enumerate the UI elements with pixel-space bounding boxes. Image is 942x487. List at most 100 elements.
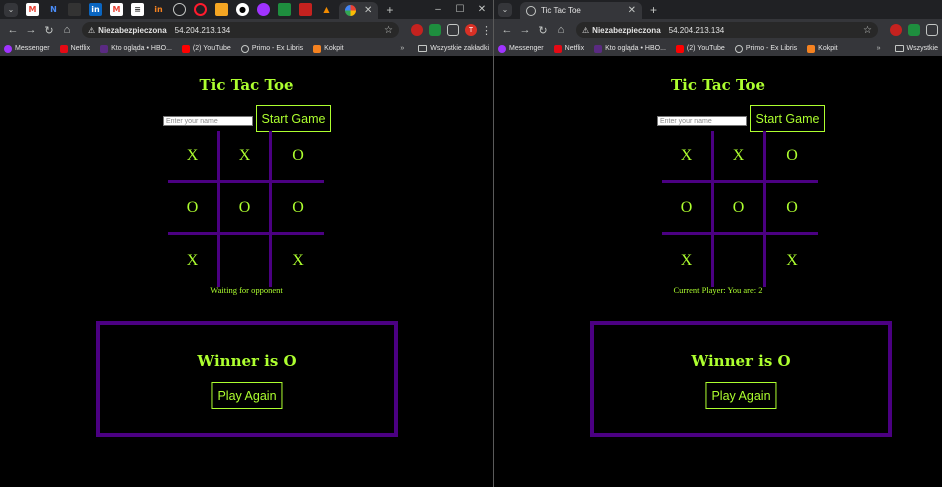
board-cell[interactable]: X (168, 235, 220, 287)
bookmark-star-icon[interactable]: ☆ (384, 25, 393, 36)
board-cell[interactable]: X (220, 131, 272, 183)
bookmarks-more-button[interactable]: » (877, 45, 881, 52)
minimize-button[interactable]: – (427, 4, 449, 15)
bookmark-youtube[interactable]: (2) YouTube (181, 44, 231, 53)
back-icon[interactable]: ← (4, 24, 22, 36)
vlc-icon[interactable]: ▲ (320, 3, 333, 16)
messenger-icon[interactable] (257, 3, 270, 16)
bookmark-netflix[interactable]: Netflix (59, 44, 90, 53)
address-bar[interactable]: ⚠ Niezabezpieczona 54.204.213.134 ☆ (82, 22, 399, 38)
new-tab-button[interactable]: + (386, 3, 393, 17)
close-window-button[interactable]: ✕ (471, 4, 493, 15)
ublock-icon[interactable] (411, 24, 423, 36)
kokpit-icon[interactable]: in (152, 3, 165, 16)
url-text: 54.204.213.134 (174, 25, 231, 35)
bookmark-star-icon[interactable]: ☆ (863, 25, 872, 36)
kokpit-icon (807, 44, 816, 53)
back-icon[interactable]: ← (498, 24, 516, 36)
orange-icon[interactable] (215, 3, 228, 16)
winner-text: Winner is O (197, 352, 297, 370)
tab-search-icon[interactable]: ⌄ (498, 2, 512, 17)
start-game-button[interactable]: Start Game (750, 105, 825, 132)
bookmark-primo[interactable]: Primo - Ex Libris (734, 44, 797, 53)
extensions-puzzle-icon[interactable] (926, 24, 938, 36)
address-bar[interactable]: ⚠ Niezabezpieczona 54.204.213.134 ☆ (576, 22, 878, 38)
start-game-button[interactable]: Start Game (256, 105, 331, 132)
board-cell[interactable]: X (662, 131, 714, 183)
extensions-puzzle-icon[interactable] (447, 24, 459, 36)
extension-green-icon[interactable] (908, 24, 920, 36)
name-input[interactable] (657, 116, 747, 126)
winner-modal: Winner is O Play Again (96, 321, 398, 437)
home-icon[interactable]: ⌂ (552, 24, 570, 36)
linkedin-icon[interactable]: in (89, 3, 102, 16)
red-icon[interactable] (299, 3, 312, 16)
maximize-button[interactable]: ☐ (449, 4, 471, 15)
active-tab[interactable]: Tic Tac Toe ✕ (520, 2, 642, 19)
netflix-icon (59, 44, 68, 53)
name-input[interactable] (163, 116, 253, 126)
board-cell[interactable] (714, 235, 766, 287)
home-icon[interactable]: ⌂ (58, 24, 76, 36)
tab-close-icon[interactable]: ✕ (364, 5, 372, 16)
url-text: 54.204.213.134 (668, 25, 725, 35)
bookmark-kokpit[interactable]: Kokpit (807, 44, 838, 53)
board-cell[interactable]: O (220, 183, 272, 235)
play-again-button[interactable]: Play Again (211, 382, 283, 409)
bookmark-messenger[interactable]: Messenger (498, 44, 544, 53)
menu-kebab-icon[interactable]: ⋮ (481, 24, 492, 37)
gmail-icon[interactable]: M (110, 3, 123, 16)
active-tab[interactable]: ✕ (339, 2, 379, 19)
board-cell[interactable] (220, 235, 272, 287)
reload-icon[interactable]: ↻ (40, 24, 58, 37)
board-cell[interactable]: X (662, 235, 714, 287)
bookmarks-more-button[interactable]: » (400, 45, 404, 52)
board-cell[interactable]: O (714, 183, 766, 235)
extension-green-icon[interactable] (429, 24, 441, 36)
reload-icon[interactable]: ↻ (534, 24, 552, 37)
doc-icon[interactable]: ≡ (131, 3, 144, 16)
board-cell[interactable]: X (714, 131, 766, 183)
bookmark-primo[interactable]: Primo - Ex Libris (240, 44, 303, 53)
game-status: Current Player: You are: 2 (673, 285, 763, 295)
all-bookmarks-folder[interactable]: Wszystkie zakładki (430, 45, 489, 52)
bookmark-messenger[interactable]: Messenger (4, 44, 50, 53)
bookmark-label: Messenger (509, 45, 544, 52)
screen: ⌄ M N in M ≡ in ● ▲ ✕ + – ☐ ✕ ← → ↻ ⌂ ⚠ … (0, 0, 942, 487)
all-bookmarks-folder[interactable]: Wszystkie (907, 45, 939, 52)
board-cell[interactable]: X (272, 235, 324, 287)
kokpit-icon (313, 44, 322, 53)
board-cell[interactable]: O (272, 131, 324, 183)
board-cell[interactable]: O (766, 131, 818, 183)
play-again-button[interactable]: Play Again (705, 382, 777, 409)
tab-search-icon[interactable]: ⌄ (4, 2, 18, 17)
board-cell[interactable]: O (662, 183, 714, 235)
board-cell[interactable]: X (168, 131, 220, 183)
board-cell[interactable]: O (766, 183, 818, 235)
ublock-icon[interactable] (890, 24, 902, 36)
bookmark-kokpit[interactable]: Kokpit (313, 44, 344, 53)
bookmark-hbo[interactable]: Kto ogląda • HBO... (594, 44, 666, 53)
forward-icon[interactable]: → (516, 24, 534, 36)
profile-avatar[interactable]: T (465, 24, 477, 36)
tab-close-icon[interactable]: ✕ (628, 5, 636, 16)
opera-icon[interactable] (194, 3, 207, 16)
board-cell[interactable]: X (766, 235, 818, 287)
n-icon[interactable]: N (47, 3, 60, 16)
page-title: Tic Tac Toe (670, 76, 765, 94)
board-cell[interactable]: O (168, 183, 220, 235)
github-icon[interactable]: ● (236, 3, 249, 16)
bookmark-hbo[interactable]: Kto ogląda • HBO... (100, 44, 172, 53)
gmail-icon[interactable]: M (26, 3, 39, 16)
forward-icon[interactable]: → (22, 24, 40, 36)
new-tab-button[interactable]: + (650, 3, 657, 17)
bookmark-netflix[interactable]: Netflix (553, 44, 584, 53)
board-cell[interactable]: O (272, 183, 324, 235)
circle-icon[interactable] (173, 3, 186, 16)
blank-tab-icon[interactable] (68, 3, 81, 16)
bookmarks-bar: Messenger Netflix Kto ogląda • HBO... (2… (0, 41, 493, 56)
sheets-icon[interactable] (278, 3, 291, 16)
browser-toolbar: ← → ↻ ⌂ ⚠ Niezabezpieczona 54.204.213.13… (0, 19, 493, 41)
bookmark-youtube[interactable]: (2) YouTube (675, 44, 725, 53)
warning-icon: ⚠ (582, 25, 590, 35)
